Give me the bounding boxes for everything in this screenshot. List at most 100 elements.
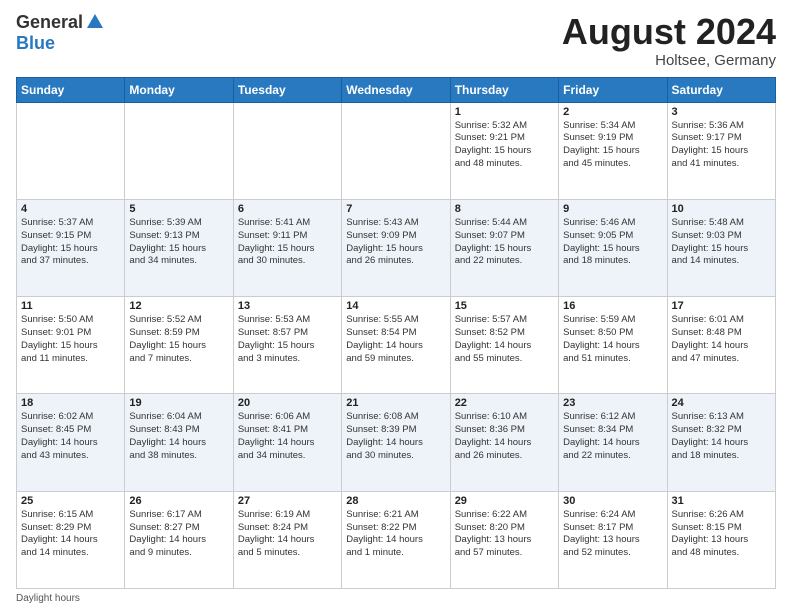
day-info-11: Sunrise: 5:50 AM Sunset: 9:01 PM Dayligh…	[21, 314, 120, 365]
day-num-19: 19	[129, 397, 228, 409]
day-num-27: 27	[238, 495, 337, 507]
day-num-21: 21	[346, 397, 445, 409]
cell-w1-d6: 10 Sunrise: 5:48 AM Sunset: 9:03 PM Dayli…	[667, 199, 775, 296]
page: General Blue August 2024 Holtsee, German…	[0, 0, 792, 612]
cell-w4-d6: 31 Sunrise: 6:26 AM Sunset: 8:15 PM Dayli…	[667, 491, 775, 588]
day-num-30: 30	[563, 495, 662, 507]
cell-w3-d1: 19 Sunrise: 6:04 AM Sunset: 8:43 PM Dayli…	[125, 394, 233, 491]
cell-w3-d4: 22 Sunrise: 6:10 AM Sunset: 8:36 PM Dayli…	[450, 394, 558, 491]
day-info-8: Sunrise: 5:44 AM Sunset: 9:07 PM Dayligh…	[455, 217, 554, 268]
cell-w1-d1: 5Sunrise: 5:39 AM Sunset: 9:13 PM Daylig…	[125, 199, 233, 296]
cell-w2-d6: 17 Sunrise: 6:01 AM Sunset: 8:48 PM Dayli…	[667, 297, 775, 394]
day-info-14: Sunrise: 5:55 AM Sunset: 8:54 PM Dayligh…	[346, 314, 445, 365]
cell-w2-d3: 14 Sunrise: 5:55 AM Sunset: 8:54 PM Dayli…	[342, 297, 450, 394]
day-info-17: Sunrise: 6:01 AM Sunset: 8:48 PM Dayligh…	[672, 314, 771, 365]
day-info-2: Sunrise: 5:34 AM Sunset: 9:19 PM Dayligh…	[563, 120, 662, 171]
cell-w2-d2: 13 Sunrise: 5:53 AM Sunset: 8:57 PM Dayli…	[233, 297, 341, 394]
cell-w0-d0	[17, 102, 125, 199]
day-num-28: 28	[346, 495, 445, 507]
day-info-28: Sunrise: 6:21 AM Sunset: 8:22 PM Dayligh…	[346, 509, 445, 560]
day-num-17: 17	[672, 300, 771, 312]
cell-w4-d2: 27 Sunrise: 6:19 AM Sunset: 8:24 PM Dayli…	[233, 491, 341, 588]
day-num-16: 16	[563, 300, 662, 312]
day-info-9: Sunrise: 5:46 AM Sunset: 9:05 PM Dayligh…	[563, 217, 662, 268]
logo-icon	[85, 12, 105, 32]
day-info-7: Sunrise: 5:43 AM Sunset: 9:09 PM Dayligh…	[346, 217, 445, 268]
day-num-18: 18	[21, 397, 120, 409]
header-sunday: Sunday	[17, 77, 125, 102]
day-info-16: Sunrise: 5:59 AM Sunset: 8:50 PM Dayligh…	[563, 314, 662, 365]
day-num-14: 14	[346, 300, 445, 312]
day-info-13: Sunrise: 5:53 AM Sunset: 8:57 PM Dayligh…	[238, 314, 337, 365]
day-num-15: 15	[455, 300, 554, 312]
cell-w3-d3: 21Sunrise: 6:08 AM Sunset: 8:39 PM Dayli…	[342, 394, 450, 491]
week-row-0: 1Sunrise: 5:32 AM Sunset: 9:21 PM Daylig…	[17, 102, 776, 199]
day-info-10: Sunrise: 5:48 AM Sunset: 9:03 PM Dayligh…	[672, 217, 771, 268]
cell-w3-d6: 24Sunrise: 6:13 AM Sunset: 8:32 PM Dayli…	[667, 394, 775, 491]
day-info-23: Sunrise: 6:12 AM Sunset: 8:34 PM Dayligh…	[563, 411, 662, 462]
day-num-26: 26	[129, 495, 228, 507]
cell-w2-d1: 12Sunrise: 5:52 AM Sunset: 8:59 PM Dayli…	[125, 297, 233, 394]
day-num-20: 20	[238, 397, 337, 409]
cell-w1-d5: 9 Sunrise: 5:46 AM Sunset: 9:05 PM Daylig…	[559, 199, 667, 296]
day-info-30: Sunrise: 6:24 AM Sunset: 8:17 PM Dayligh…	[563, 509, 662, 560]
week-row-4: 25 Sunrise: 6:15 AM Sunset: 8:29 PM Dayli…	[17, 491, 776, 588]
cell-w4-d3: 28 Sunrise: 6:21 AM Sunset: 8:22 PM Dayli…	[342, 491, 450, 588]
day-info-3: Sunrise: 5:36 AM Sunset: 9:17 PM Dayligh…	[672, 120, 771, 171]
day-num-3: 3	[672, 106, 771, 118]
day-info-12: Sunrise: 5:52 AM Sunset: 8:59 PM Dayligh…	[129, 314, 228, 365]
day-num-5: 5	[129, 203, 228, 215]
day-info-4: Sunrise: 5:37 AM Sunset: 9:15 PM Dayligh…	[21, 217, 120, 268]
day-info-26: Sunrise: 6:17 AM Sunset: 8:27 PM Dayligh…	[129, 509, 228, 560]
logo-blue-text: Blue	[16, 33, 55, 53]
cell-w4-d4: 29Sunrise: 6:22 AM Sunset: 8:20 PM Dayli…	[450, 491, 558, 588]
cell-w4-d1: 26 Sunrise: 6:17 AM Sunset: 8:27 PM Dayli…	[125, 491, 233, 588]
day-info-6: Sunrise: 5:41 AM Sunset: 9:11 PM Dayligh…	[238, 217, 337, 268]
day-info-19: Sunrise: 6:04 AM Sunset: 8:43 PM Dayligh…	[129, 411, 228, 462]
month-year-title: August 2024	[562, 12, 776, 52]
day-num-1: 1	[455, 106, 554, 118]
header-friday: Friday	[559, 77, 667, 102]
day-num-25: 25	[21, 495, 120, 507]
day-num-4: 4	[21, 203, 120, 215]
day-num-29: 29	[455, 495, 554, 507]
cell-w3-d5: 23 Sunrise: 6:12 AM Sunset: 8:34 PM Dayli…	[559, 394, 667, 491]
day-info-15: Sunrise: 5:57 AM Sunset: 8:52 PM Dayligh…	[455, 314, 554, 365]
location-subtitle: Holtsee, Germany	[562, 52, 776, 69]
day-info-31: Sunrise: 6:26 AM Sunset: 8:15 PM Dayligh…	[672, 509, 771, 560]
header: General Blue August 2024 Holtsee, German…	[16, 12, 776, 69]
cell-w3-d0: 18 Sunrise: 6:02 AM Sunset: 8:45 PM Dayli…	[17, 394, 125, 491]
cell-w0-d6: 3 Sunrise: 5:36 AM Sunset: 9:17 PM Daylig…	[667, 102, 775, 199]
day-num-9: 9	[563, 203, 662, 215]
cell-w1-d0: 4 Sunrise: 5:37 AM Sunset: 9:15 PM Daylig…	[17, 199, 125, 296]
day-num-22: 22	[455, 397, 554, 409]
day-num-24: 24	[672, 397, 771, 409]
day-num-11: 11	[21, 300, 120, 312]
day-num-23: 23	[563, 397, 662, 409]
day-num-8: 8	[455, 203, 554, 215]
day-info-27: Sunrise: 6:19 AM Sunset: 8:24 PM Dayligh…	[238, 509, 337, 560]
day-num-13: 13	[238, 300, 337, 312]
day-info-22: Sunrise: 6:10 AM Sunset: 8:36 PM Dayligh…	[455, 411, 554, 462]
cell-w4-d0: 25 Sunrise: 6:15 AM Sunset: 8:29 PM Dayli…	[17, 491, 125, 588]
day-num-2: 2	[563, 106, 662, 118]
day-num-31: 31	[672, 495, 771, 507]
cell-w0-d4: 1Sunrise: 5:32 AM Sunset: 9:21 PM Daylig…	[450, 102, 558, 199]
day-info-25: Sunrise: 6:15 AM Sunset: 8:29 PM Dayligh…	[21, 509, 120, 560]
cell-w0-d5: 2 Sunrise: 5:34 AM Sunset: 9:19 PM Daylig…	[559, 102, 667, 199]
title-block: August 2024 Holtsee, Germany	[562, 12, 776, 69]
cell-w2-d5: 16 Sunrise: 5:59 AM Sunset: 8:50 PM Dayli…	[559, 297, 667, 394]
header-thursday: Thursday	[450, 77, 558, 102]
header-wednesday: Wednesday	[342, 77, 450, 102]
cell-w1-d4: 8 Sunrise: 5:44 AM Sunset: 9:07 PM Daylig…	[450, 199, 558, 296]
cell-w2-d4: 15 Sunrise: 5:57 AM Sunset: 8:52 PM Dayli…	[450, 297, 558, 394]
footer-note: Daylight hours	[16, 593, 776, 604]
day-info-20: Sunrise: 6:06 AM Sunset: 8:41 PM Dayligh…	[238, 411, 337, 462]
day-num-10: 10	[672, 203, 771, 215]
cell-w2-d0: 11 Sunrise: 5:50 AM Sunset: 9:01 PM Dayli…	[17, 297, 125, 394]
cell-w0-d1	[125, 102, 233, 199]
header-tuesday: Tuesday	[233, 77, 341, 102]
day-num-7: 7	[346, 203, 445, 215]
header-saturday: Saturday	[667, 77, 775, 102]
day-info-18: Sunrise: 6:02 AM Sunset: 8:45 PM Dayligh…	[21, 411, 120, 462]
